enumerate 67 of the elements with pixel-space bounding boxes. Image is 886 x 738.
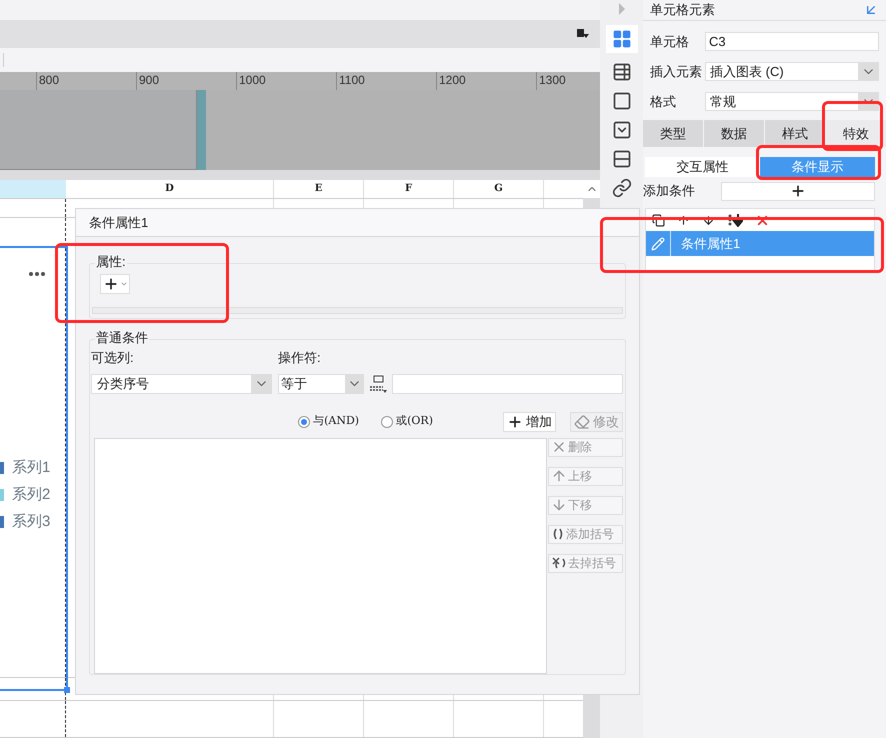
panel-title: 单元格元素 bbox=[650, 1, 715, 20]
cell-element-tab[interactable] bbox=[606, 25, 638, 53]
column-select[interactable]: 分类序号 bbox=[91, 374, 272, 394]
column-header[interactable]: F bbox=[364, 180, 454, 198]
field-label: 操作符: bbox=[278, 349, 321, 367]
arrow-up-icon bbox=[551, 468, 567, 484]
link-icon[interactable] bbox=[612, 178, 632, 198]
plus-icon bbox=[507, 414, 523, 430]
resize-handle[interactable] bbox=[64, 687, 70, 693]
arrow-up-icon[interactable] bbox=[677, 214, 690, 226]
field-label: 插入元素 bbox=[650, 62, 703, 81]
ruler-label: 1000 bbox=[239, 73, 266, 87]
form-icon[interactable] bbox=[612, 149, 632, 169]
ruler-label: 1200 bbox=[439, 73, 466, 87]
field-label: 单元格 bbox=[650, 32, 690, 51]
dialog-title: 条件属性1 bbox=[89, 214, 148, 232]
radio-option[interactable]: 与(AND) bbox=[298, 413, 360, 430]
column-header[interactable]: E bbox=[274, 180, 364, 198]
legend-label: 系列1 bbox=[12, 458, 50, 478]
move-bottom-icon[interactable] bbox=[727, 213, 743, 227]
chevron-down-icon bbox=[256, 381, 266, 386]
ruler-label: 1300 bbox=[539, 73, 566, 87]
ruler-label: 900 bbox=[139, 73, 160, 87]
select-field[interactable]: 常规 bbox=[705, 92, 879, 111]
add-button[interactable]: 增加 bbox=[503, 412, 556, 432]
copy-icon[interactable] bbox=[652, 214, 665, 226]
ruler-label: 800 bbox=[39, 73, 60, 87]
chevron-down-icon bbox=[864, 69, 872, 74]
section-legend: 属性: bbox=[95, 255, 127, 269]
tab[interactable]: 类型 bbox=[643, 120, 703, 147]
tab[interactable]: 数据 bbox=[704, 120, 764, 147]
value-type-icon[interactable] bbox=[368, 374, 388, 392]
parentheses-icon bbox=[551, 527, 565, 541]
format-painter-icon[interactable] bbox=[576, 28, 590, 40]
remove-parentheses-icon bbox=[551, 556, 567, 570]
plus-icon bbox=[790, 183, 806, 199]
value-input[interactable] bbox=[392, 374, 623, 394]
cell-input[interactable]: C3 bbox=[705, 32, 879, 51]
more-icon[interactable] bbox=[28, 271, 46, 277]
ruler-label: 1100 bbox=[339, 73, 365, 87]
grid-icon bbox=[612, 29, 632, 49]
sub-tab[interactable]: 交互属性 bbox=[645, 157, 760, 177]
table-info-icon[interactable] bbox=[612, 62, 632, 82]
chevron-down-icon bbox=[864, 99, 872, 104]
select-field[interactable]: 插入图表 (C) bbox=[705, 62, 879, 81]
column-header[interactable]: G bbox=[454, 180, 544, 198]
add-property-button[interactable] bbox=[100, 274, 130, 294]
square-icon[interactable] bbox=[612, 91, 632, 111]
chevron-down-icon bbox=[350, 381, 358, 386]
arrow-down-icon bbox=[551, 497, 567, 513]
chart-frame[interactable]: 系列1 系列2 系列3 bbox=[0, 246, 68, 691]
field-label: 可选列: bbox=[91, 349, 135, 367]
page-break-marker[interactable] bbox=[197, 90, 206, 170]
add-condition-label: 添加条件 bbox=[643, 182, 696, 200]
arrow-down-icon[interactable] bbox=[702, 214, 715, 226]
caret-icon bbox=[120, 280, 128, 288]
pencil-icon bbox=[651, 236, 665, 250]
section-legend: 普通条件 bbox=[95, 331, 149, 345]
dropdown-box-icon[interactable] bbox=[612, 120, 632, 140]
radio-option[interactable]: 或(OR) bbox=[381, 413, 433, 430]
plus-icon bbox=[102, 276, 118, 292]
legend-label: 系列3 bbox=[12, 512, 50, 532]
eraser-icon bbox=[574, 414, 590, 430]
field-label: 格式 bbox=[650, 92, 677, 111]
column-header[interactable]: D bbox=[66, 180, 274, 198]
legend-label: 系列2 bbox=[12, 485, 50, 505]
operator-select[interactable]: 等于 bbox=[278, 374, 364, 394]
